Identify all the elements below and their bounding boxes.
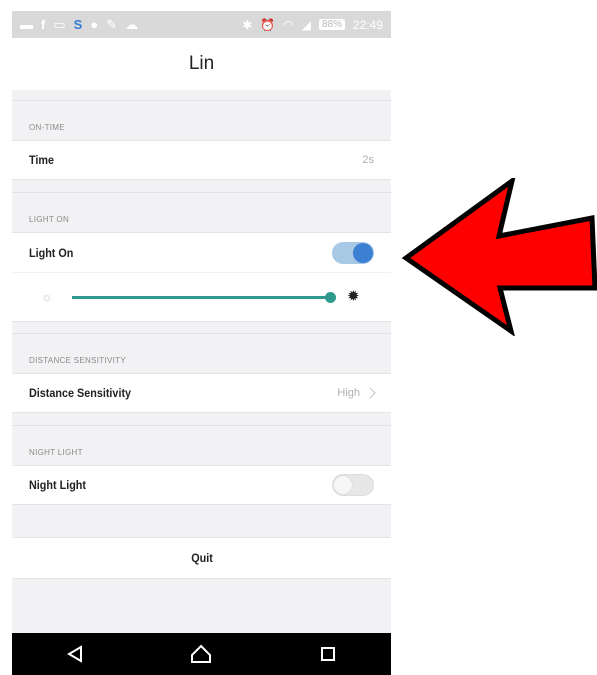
wrench-icon: ✎ bbox=[106, 16, 118, 32]
light-on-toggle[interactable] bbox=[332, 241, 374, 264]
messages-icon: ▭ bbox=[53, 16, 66, 32]
chat-icon: ● bbox=[90, 17, 99, 32]
app-bar: Lin bbox=[12, 38, 391, 90]
page-title: Lin bbox=[188, 53, 215, 74]
chevron-right-icon bbox=[364, 387, 376, 399]
brightness-slider-track[interactable] bbox=[72, 296, 330, 299]
recents-icon bbox=[320, 647, 335, 661]
back-icon bbox=[67, 645, 83, 663]
status-right-icons: ✱ ⏰ ◠ ◢ 88% 22:49 bbox=[242, 18, 383, 32]
distance-sensitivity-row[interactable]: Distance Sensitivity High bbox=[12, 373, 391, 413]
time-value: 2s bbox=[362, 154, 374, 166]
section-header-distance: DISTANCE SENSITIVITY bbox=[12, 333, 391, 373]
alarm-icon: ⏰ bbox=[260, 17, 276, 32]
facebook-icon: f bbox=[41, 17, 46, 32]
home-icon bbox=[191, 644, 212, 663]
home-button[interactable] bbox=[181, 634, 221, 674]
phone-screen: ▬ f ▭ S ● ✎ ☁ ✱ ⏰ ◠ ◢ 88% 22:49 Lin ON-T… bbox=[12, 11, 391, 675]
brightness-high-icon: ✹ bbox=[347, 288, 360, 305]
toggle-knob bbox=[334, 476, 352, 494]
time-row[interactable]: Time 2s bbox=[12, 140, 391, 180]
app-icon-1: ▬ bbox=[20, 17, 33, 32]
night-light-row: Night Light bbox=[12, 465, 391, 505]
light-on-label: Light On bbox=[29, 245, 74, 260]
nav-bar bbox=[12, 633, 391, 675]
quit-button[interactable]: Quit bbox=[12, 537, 391, 579]
cloud-icon: ☁ bbox=[125, 16, 139, 32]
brightness-low-icon: ☼ bbox=[41, 289, 53, 304]
recents-button[interactable] bbox=[308, 634, 348, 674]
annotation-arrow bbox=[400, 175, 597, 337]
distance-sensitivity-label: Distance Sensitivity bbox=[29, 386, 132, 400]
toggle-knob bbox=[353, 242, 373, 263]
status-time: 22:49 bbox=[352, 17, 383, 32]
quit-label: Quit bbox=[190, 551, 213, 565]
red-arrow-icon bbox=[401, 175, 597, 337]
time-label: Time bbox=[29, 153, 55, 167]
distance-value-text: High bbox=[337, 387, 360, 399]
light-on-row: Light On bbox=[12, 232, 391, 272]
night-light-toggle[interactable] bbox=[332, 474, 374, 496]
status-left-icons: ▬ f ▭ S ● ✎ ☁ bbox=[20, 17, 138, 33]
night-light-label: Night Light bbox=[29, 478, 86, 492]
section-header-on-time: ON-TIME bbox=[12, 100, 391, 140]
section-header-light-on: LIGHT ON bbox=[12, 192, 391, 232]
battery-indicator: 88% bbox=[318, 19, 345, 30]
brightness-slider-thumb[interactable] bbox=[325, 292, 336, 303]
wifi-icon: ◠ bbox=[283, 17, 294, 32]
section-header-night-light: NIGHT LIGHT bbox=[12, 425, 391, 465]
signal-icon: ◢ bbox=[301, 17, 311, 32]
back-button[interactable] bbox=[55, 634, 95, 674]
distance-sensitivity-value: High bbox=[337, 387, 376, 399]
brightness-slider-row: ☼ ✹ bbox=[12, 273, 391, 322]
skype-icon: S bbox=[73, 17, 83, 32]
bluetooth-icon: ✱ bbox=[242, 17, 253, 32]
status-bar: ▬ f ▭ S ● ✎ ☁ ✱ ⏰ ◠ ◢ 88% 22:49 bbox=[12, 11, 391, 38]
